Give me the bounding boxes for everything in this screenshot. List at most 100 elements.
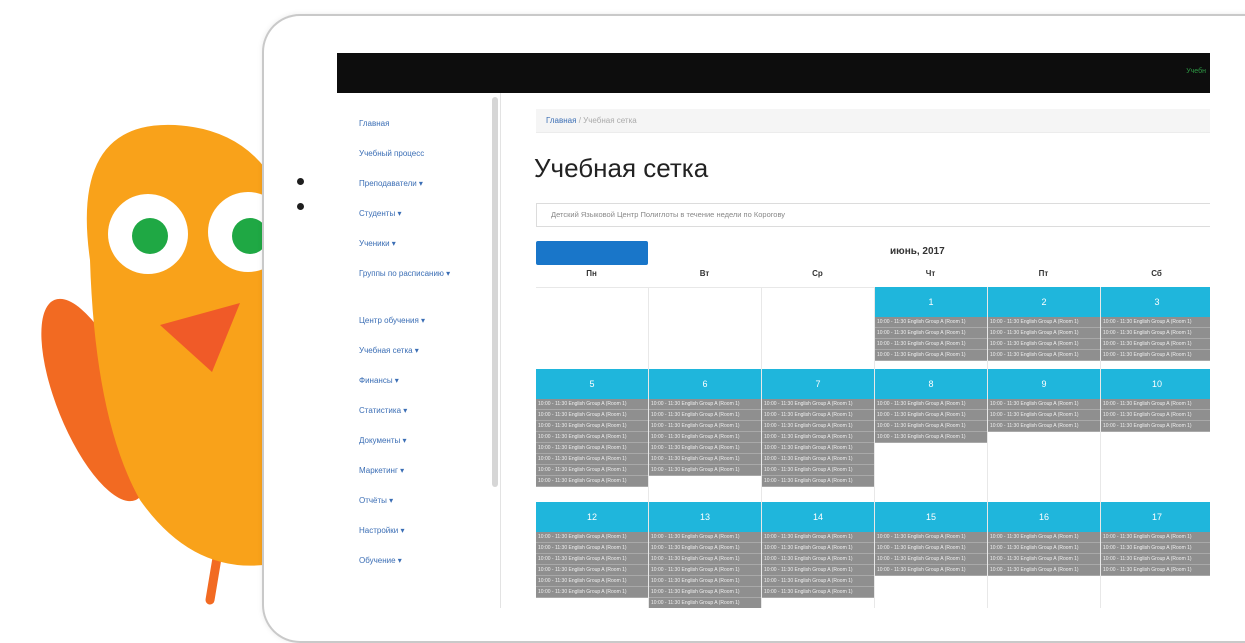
lesson-entry[interactable]: 10:00 - 11:30 English Group A (Room 1): [536, 443, 648, 454]
lesson-entry[interactable]: 10:00 - 11:30 English Group A (Room 1): [875, 317, 987, 328]
lesson-entry[interactable]: 10:00 - 11:30 English Group A (Room 1): [875, 399, 987, 410]
lesson-entry[interactable]: 10:00 - 11:30 English Group A (Room 1): [762, 410, 874, 421]
lesson-entry[interactable]: 10:00 - 11:30 English Group A (Room 1): [536, 532, 648, 543]
sidebar-item-teachers[interactable]: Преподаватели ▾: [359, 178, 479, 189]
lesson-entry[interactable]: 10:00 - 11:30 English Group A (Room 1): [536, 576, 648, 587]
lesson-entry[interactable]: 10:00 - 11:30 English Group A (Room 1): [988, 532, 1100, 543]
lesson-entry[interactable]: 10:00 - 11:30 English Group A (Room 1): [762, 532, 874, 543]
lesson-entry[interactable]: 10:00 - 11:30 English Group A (Room 1): [988, 554, 1100, 565]
sidebar-item-training[interactable]: Обучение ▾: [359, 555, 479, 566]
lesson-entry[interactable]: 10:00 - 11:30 English Group A (Room 1): [649, 532, 761, 543]
lesson-entry[interactable]: 10:00 - 11:30 English Group A (Room 1): [536, 465, 648, 476]
lesson-entry[interactable]: 10:00 - 11:30 English Group A (Room 1): [1101, 317, 1210, 328]
sidebar-item-groups[interactable]: Группы по расписанию ▾: [359, 268, 479, 279]
day-cell[interactable]: 8 10:00 - 11:30 English Group A (Room 1) 1…: [875, 369, 988, 502]
lesson-entry[interactable]: 10:00 - 11:30 English Group A (Room 1): [875, 339, 987, 350]
lesson-entry[interactable]: 10:00 - 11:30 English Group A (Room 1): [988, 421, 1100, 432]
lesson-entry[interactable]: 10:00 - 11:30 English Group A (Room 1): [649, 598, 761, 608]
lesson-entry[interactable]: 10:00 - 11:30 English Group A (Room 1): [649, 543, 761, 554]
lesson-entry[interactable]: 10:00 - 11:30 English Group A (Room 1): [875, 432, 987, 443]
lesson-entry[interactable]: 10:00 - 11:30 English Group A (Room 1): [649, 554, 761, 565]
lesson-entry[interactable]: 10:00 - 11:30 English Group A (Room 1): [762, 554, 874, 565]
day-cell[interactable]: 15 10:00 - 11:30 English Group A (Room 1)…: [875, 502, 988, 608]
lesson-entry[interactable]: 10:00 - 11:30 English Group A (Room 1): [875, 565, 987, 576]
lesson-entry[interactable]: 10:00 - 11:30 English Group A (Room 1): [649, 587, 761, 598]
day-cell[interactable]: 3 10:00 - 11:30 English Group A (Room 1) 1…: [1101, 287, 1210, 369]
lesson-entry[interactable]: 10:00 - 11:30 English Group A (Room 1): [536, 587, 648, 598]
lesson-entry[interactable]: 10:00 - 11:30 English Group A (Room 1): [988, 317, 1100, 328]
lesson-entry[interactable]: 10:00 - 11:30 English Group A (Room 1): [649, 565, 761, 576]
empty-day-cell[interactable]: [649, 287, 762, 369]
sidebar-item-students[interactable]: Студенты ▾: [359, 208, 479, 219]
lesson-entry[interactable]: 10:00 - 11:30 English Group A (Room 1): [762, 543, 874, 554]
lesson-entry[interactable]: 10:00 - 11:30 English Group A (Room 1): [1101, 565, 1210, 576]
sidebar-item-process[interactable]: Учебный процесс: [359, 148, 479, 159]
lesson-entry[interactable]: 10:00 - 11:30 English Group A (Room 1): [762, 399, 874, 410]
lesson-entry[interactable]: 10:00 - 11:30 English Group A (Room 1): [762, 465, 874, 476]
lesson-entry[interactable]: 10:00 - 11:30 English Group A (Room 1): [536, 399, 648, 410]
lesson-entry[interactable]: 10:00 - 11:30 English Group A (Room 1): [988, 399, 1100, 410]
lesson-entry[interactable]: 10:00 - 11:30 English Group A (Room 1): [1101, 328, 1210, 339]
lesson-entry[interactable]: 10:00 - 11:30 English Group A (Room 1): [536, 476, 648, 487]
day-cell[interactable]: 10 10:00 - 11:30 English Group A (Room 1)…: [1101, 369, 1210, 502]
lesson-entry[interactable]: 10:00 - 11:30 English Group A (Room 1): [649, 410, 761, 421]
lesson-entry[interactable]: 10:00 - 11:30 English Group A (Room 1): [1101, 554, 1210, 565]
lesson-entry[interactable]: 10:00 - 11:30 English Group A (Room 1): [1101, 421, 1210, 432]
day-cell[interactable]: 5 10:00 - 11:30 English Group A (Room 1) 1…: [536, 369, 649, 502]
lesson-entry[interactable]: 10:00 - 11:30 English Group A (Room 1): [875, 350, 987, 361]
lesson-entry[interactable]: 10:00 - 11:30 English Group A (Room 1): [875, 328, 987, 339]
lesson-entry[interactable]: 10:00 - 11:30 English Group A (Room 1): [649, 576, 761, 587]
lesson-entry[interactable]: 10:00 - 11:30 English Group A (Room 1): [536, 421, 648, 432]
sidebar-item-center[interactable]: Центр обучения ▾: [359, 315, 479, 326]
lesson-entry[interactable]: 10:00 - 11:30 English Group A (Room 1): [536, 454, 648, 465]
lesson-entry[interactable]: 10:00 - 11:30 English Group A (Room 1): [875, 410, 987, 421]
sidebar-item-reports[interactable]: Отчёты ▾: [359, 495, 479, 506]
day-cell[interactable]: 9 10:00 - 11:30 English Group A (Room 1) 1…: [988, 369, 1101, 502]
lesson-entry[interactable]: 10:00 - 11:30 English Group A (Room 1): [988, 328, 1100, 339]
lesson-entry[interactable]: 10:00 - 11:30 English Group A (Room 1): [1101, 410, 1210, 421]
lesson-entry[interactable]: 10:00 - 11:30 English Group A (Room 1): [536, 543, 648, 554]
empty-day-cell[interactable]: [762, 287, 875, 369]
sidebar-item-home[interactable]: Главная: [359, 118, 479, 129]
lesson-entry[interactable]: 10:00 - 11:30 English Group A (Room 1): [988, 339, 1100, 350]
lesson-entry[interactable]: 10:00 - 11:30 English Group A (Room 1): [875, 543, 987, 554]
lesson-entry[interactable]: 10:00 - 11:30 English Group A (Room 1): [988, 410, 1100, 421]
sidebar-item-pupils[interactable]: Ученики ▾: [359, 238, 479, 249]
lesson-entry[interactable]: 10:00 - 11:30 English Group A (Room 1): [536, 565, 648, 576]
lesson-entry[interactable]: 10:00 - 11:30 English Group A (Room 1): [1101, 339, 1210, 350]
lesson-entry[interactable]: 10:00 - 11:30 English Group A (Room 1): [649, 399, 761, 410]
breadcrumb-home-link[interactable]: Главная: [546, 116, 576, 125]
sidebar-item-documents[interactable]: Документы ▾: [359, 435, 479, 446]
day-cell[interactable]: 17 10:00 - 11:30 English Group A (Room 1)…: [1101, 502, 1210, 608]
lesson-entry[interactable]: 10:00 - 11:30 English Group A (Room 1): [649, 443, 761, 454]
lesson-entry[interactable]: 10:00 - 11:30 English Group A (Room 1): [875, 532, 987, 543]
lesson-entry[interactable]: 10:00 - 11:30 English Group A (Room 1): [536, 432, 648, 443]
sidebar-item-marketing[interactable]: Маркетинг ▾: [359, 465, 479, 476]
sidebar-item-settings[interactable]: Настройки ▾: [359, 525, 479, 536]
lesson-entry[interactable]: 10:00 - 11:30 English Group A (Room 1): [1101, 399, 1210, 410]
lesson-entry[interactable]: 10:00 - 11:30 English Group A (Room 1): [988, 350, 1100, 361]
day-cell[interactable]: 16 10:00 - 11:30 English Group A (Room 1)…: [988, 502, 1101, 608]
lesson-entry[interactable]: 10:00 - 11:30 English Group A (Room 1): [762, 565, 874, 576]
lesson-entry[interactable]: 10:00 - 11:30 English Group A (Room 1): [875, 554, 987, 565]
day-cell[interactable]: 12 10:00 - 11:30 English Group A (Room 1)…: [536, 502, 649, 608]
user-menu[interactable]: Учебн: [1186, 68, 1206, 75]
lesson-entry[interactable]: 10:00 - 11:30 English Group A (Room 1): [988, 543, 1100, 554]
lesson-entry[interactable]: 10:00 - 11:30 English Group A (Room 1): [1101, 532, 1210, 543]
empty-day-cell[interactable]: [536, 287, 649, 369]
lesson-entry[interactable]: 10:00 - 11:30 English Group A (Room 1): [762, 476, 874, 487]
lesson-entry[interactable]: 10:00 - 11:30 English Group A (Room 1): [1101, 543, 1210, 554]
lesson-entry[interactable]: 10:00 - 11:30 English Group A (Room 1): [762, 587, 874, 598]
lesson-entry[interactable]: 10:00 - 11:30 English Group A (Room 1): [536, 554, 648, 565]
lesson-entry[interactable]: 10:00 - 11:30 English Group A (Room 1): [649, 421, 761, 432]
lesson-entry[interactable]: 10:00 - 11:30 English Group A (Room 1): [762, 443, 874, 454]
sidebar-item-finance[interactable]: Финансы ▾: [359, 375, 479, 386]
lesson-entry[interactable]: 10:00 - 11:30 English Group A (Room 1): [649, 432, 761, 443]
lesson-entry[interactable]: 10:00 - 11:30 English Group A (Room 1): [875, 421, 987, 432]
lesson-entry[interactable]: 10:00 - 11:30 English Group A (Room 1): [988, 565, 1100, 576]
day-cell[interactable]: 7 10:00 - 11:30 English Group A (Room 1) 1…: [762, 369, 875, 502]
lesson-entry[interactable]: 10:00 - 11:30 English Group A (Room 1): [762, 454, 874, 465]
sidebar-item-grid[interactable]: Учебная сетка ▾: [359, 345, 479, 356]
lesson-entry[interactable]: 10:00 - 11:30 English Group A (Room 1): [1101, 350, 1210, 361]
day-cell[interactable]: 2 10:00 - 11:30 English Group A (Room 1) 1…: [988, 287, 1101, 369]
